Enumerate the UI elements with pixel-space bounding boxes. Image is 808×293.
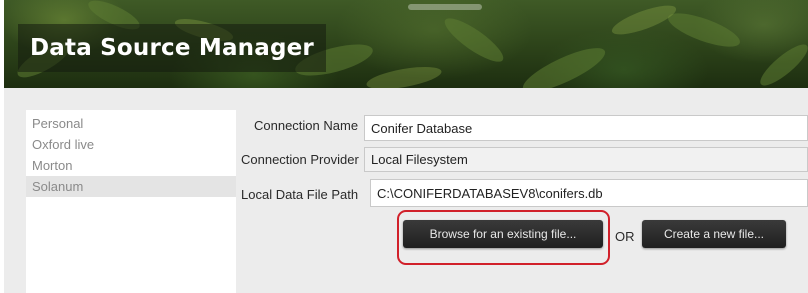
- connection-name-field[interactable]: Conifer Database: [364, 115, 808, 141]
- connection-provider-label: Connection Provider: [241, 152, 359, 167]
- list-item-morton[interactable]: Morton: [26, 155, 236, 176]
- browse-existing-file-button[interactable]: Browse for an existing file...: [403, 220, 603, 248]
- data-source-list: Personal Oxford live Morton Solanum: [26, 110, 236, 293]
- create-new-file-button[interactable]: Create a new file...: [642, 220, 786, 248]
- connection-provider-select[interactable]: Local Filesystem: [364, 147, 808, 172]
- local-path-field[interactable]: C:\CONIFERDATABASEV8\conifers.db: [370, 179, 808, 207]
- list-item-solanum[interactable]: Solanum: [26, 176, 236, 197]
- title-plate: Data Source Manager: [18, 24, 326, 72]
- header-banner: Data Source Manager: [4, 0, 808, 88]
- list-item-personal[interactable]: Personal: [26, 113, 236, 134]
- local-path-label: Local Data File Path: [241, 187, 359, 202]
- data-source-manager-window: Data Source Manager Personal Oxford live…: [4, 0, 808, 293]
- or-label: OR: [615, 229, 635, 244]
- connection-name-label: Connection Name: [254, 118, 359, 133]
- list-item-oxford-live[interactable]: Oxford live: [26, 134, 236, 155]
- window-drag-handle[interactable]: [408, 4, 482, 10]
- page-title: Data Source Manager: [30, 35, 314, 61]
